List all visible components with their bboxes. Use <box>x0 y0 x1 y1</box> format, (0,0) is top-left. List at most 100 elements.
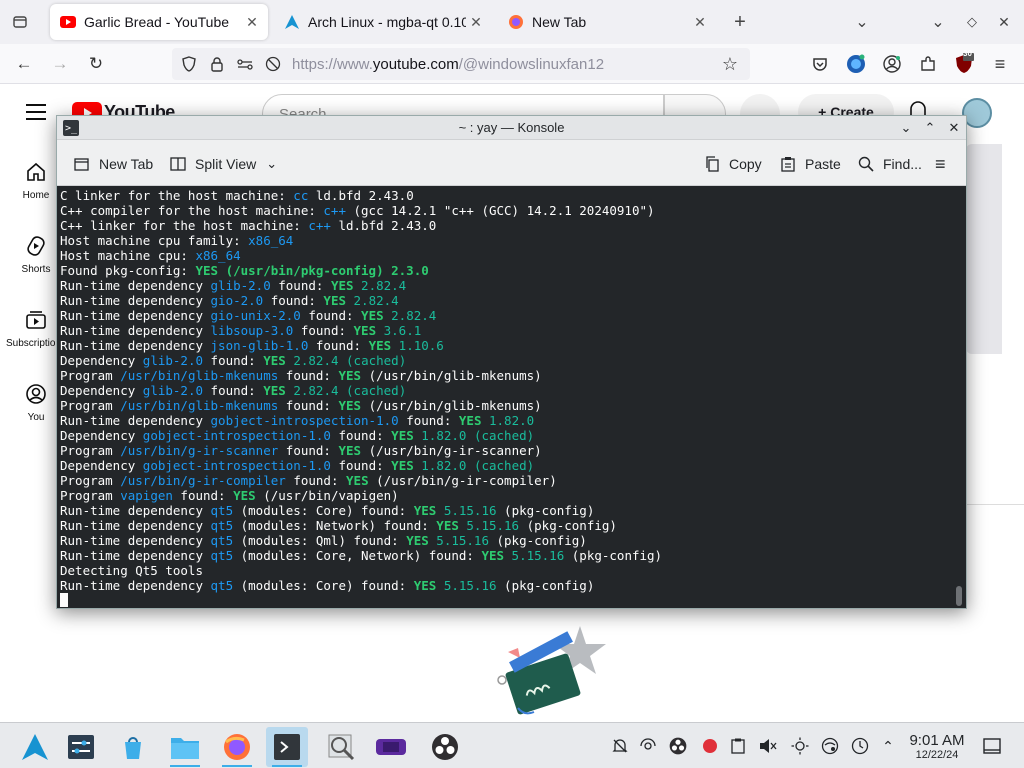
show-desktop-icon[interactable] <box>982 736 1002 756</box>
terminal-segment: YES <box>413 578 437 593</box>
terminal-line: Program /usr/bin/g-ir-scanner found: YES… <box>60 443 662 458</box>
arch-launcher-icon[interactable] <box>14 727 56 767</box>
terminal-segment: YES <box>263 383 286 398</box>
split-view-button[interactable]: Split View ⌄ <box>169 154 277 174</box>
sidebar-item-label: Shorts <box>21 264 51 275</box>
hamburger-menu-icon[interactable]: ≡ <box>935 154 946 174</box>
emulator-icon[interactable] <box>370 727 412 767</box>
pocket-icon[interactable] <box>808 52 832 76</box>
browser-tab-strip: Garlic Bread - YouTube ✕ Arch Linux - mg… <box>0 0 1024 44</box>
window-titlebar[interactable]: >_ ~ : yay — Konsole ⌄ ⌃ ✕ <box>57 116 966 140</box>
terminal-segment: 5.15.16 <box>458 518 520 533</box>
brightness-icon[interactable] <box>790 736 810 756</box>
terminal-output[interactable]: C linker for the host machine: cc ld.bfd… <box>57 186 966 608</box>
maximize-chevron-icon[interactable]: ⌃ <box>921 119 939 137</box>
reload-icon[interactable]: ↻ <box>84 52 108 76</box>
terminal-segment: glib-2.0 <box>142 353 204 368</box>
copy-button[interactable]: Copy <box>703 154 762 174</box>
autoplay-blocked-icon[interactable] <box>262 53 284 75</box>
terminal-scrollbar[interactable] <box>956 586 962 606</box>
notifications-disabled-icon[interactable] <box>610 736 630 756</box>
forward-arrow-icon[interactable]: → <box>48 52 72 76</box>
back-arrow-icon[interactable]: ← <box>12 52 36 76</box>
update-notifier-icon[interactable] <box>850 736 870 756</box>
list-all-tabs-chevron-icon[interactable]: ⌄ <box>850 10 874 34</box>
permissions-icon[interactable] <box>234 53 256 75</box>
lock-icon[interactable] <box>206 53 228 75</box>
terminal-segment: Run-time dependency <box>60 413 211 428</box>
obs-icon[interactable] <box>424 727 466 767</box>
close-tab-icon[interactable]: ✕ <box>242 12 262 32</box>
firefox-icon[interactable] <box>216 727 258 767</box>
system-settings-icon[interactable] <box>60 727 102 767</box>
app-menu-hamburger-icon[interactable]: ≡ <box>988 52 1012 76</box>
network-icon[interactable] <box>820 736 840 756</box>
terminal-segment: gio-2.0 <box>210 293 264 308</box>
terminal-segment: found: <box>203 383 264 398</box>
terminal-segment: C linker for the host machine: <box>60 188 294 203</box>
terminal-line: Program vapigen found: YES (/usr/bin/vap… <box>60 488 662 503</box>
terminal-segment: found: <box>293 323 354 338</box>
terminal-segment: Program <box>60 473 121 488</box>
find-button[interactable]: Find... <box>857 154 922 174</box>
window-close-icon[interactable]: ✕ <box>992 10 1016 34</box>
chevron-down-icon[interactable]: ⌄ <box>266 156 277 172</box>
video-thumbnail[interactable] <box>966 144 1002 354</box>
terminal-segment: YES <box>338 443 362 458</box>
terminal-segment: qt5 <box>210 503 234 518</box>
terminal-segment: 2.82.4 (cached) <box>285 353 407 368</box>
extensions-puzzle-icon[interactable] <box>916 52 940 76</box>
window-minimize-icon[interactable]: ⌄ <box>926 10 950 34</box>
paste-icon <box>779 155 797 173</box>
close-tab-icon[interactable]: ✕ <box>690 12 710 32</box>
clipboard-icon[interactable] <box>728 736 748 756</box>
terminal-segment: Found pkg-config: <box>60 263 196 278</box>
file-manager-icon[interactable] <box>164 727 206 767</box>
terminal-segment: 5.15.16 <box>428 533 489 548</box>
terminal-line: Found pkg-config: YES (/usr/bin/pkg-conf… <box>60 263 662 278</box>
terminal-segment: Detecting Qt5 tools <box>60 563 203 578</box>
tab-label: Garlic Bread - YouTube <box>84 14 230 30</box>
new-tab-plus-icon[interactable]: + <box>728 10 752 34</box>
terminal-prompt-line[interactable] <box>60 593 662 608</box>
url-bar[interactable]: https://www.youtube.com/@windowslinuxfan… <box>172 48 750 80</box>
discover-icon[interactable] <box>112 727 154 767</box>
terminal-segment: 1.10.6 <box>391 338 444 353</box>
terminal-segment: found: <box>308 338 369 353</box>
tab-new-tab[interactable]: New Tab ✕ <box>498 4 716 40</box>
obs-tray-icon[interactable] <box>668 736 688 756</box>
konsole-icon[interactable] <box>266 727 308 767</box>
recording-indicator-icon[interactable] <box>700 736 720 756</box>
terminal-segment: vapigen <box>120 488 173 503</box>
url-prefix: https://www. <box>292 55 373 73</box>
new-tab-icon <box>73 155 91 173</box>
terminal-line: Run-time dependency json-glib-1.0 found:… <box>60 338 662 353</box>
show-hidden-tray-chevron-icon[interactable]: ⌃ <box>878 736 898 756</box>
url-host: youtube.com <box>372 55 459 73</box>
tab-arch-linux[interactable]: Arch Linux - mgba-qt 0.10 ✕ <box>274 4 492 40</box>
new-tab-button[interactable]: New Tab <box>73 154 153 174</box>
terminal-segment: (/usr/bin/glib-mkenums) <box>361 368 542 383</box>
volume-muted-icon[interactable] <box>758 736 778 756</box>
paste-button[interactable]: Paste <box>779 154 841 174</box>
terminal-segment: Run-time dependency <box>60 533 211 548</box>
minimize-chevron-icon[interactable]: ⌄ <box>897 119 915 137</box>
terminal-segment: /usr/bin/glib-mkenums <box>120 368 279 383</box>
kdeconnect-icon[interactable] <box>638 736 658 756</box>
account-icon[interactable] <box>880 52 904 76</box>
window-maximize-icon[interactable]: ◇ <box>960 10 984 34</box>
terminal-line: Dependency gobject-introspection-1.0 fou… <box>60 428 662 443</box>
image-viewer-icon[interactable] <box>320 727 362 767</box>
tab-list-icon[interactable] <box>8 10 32 34</box>
extension-badge: 30 <box>963 49 972 58</box>
youtube-menu-hamburger-icon[interactable] <box>26 104 46 120</box>
digital-clock[interactable]: 9:01 AM 12/22/24 <box>902 732 972 762</box>
close-icon[interactable]: ✕ <box>945 119 963 137</box>
close-tab-icon[interactable]: ✕ <box>466 12 486 32</box>
terminal-segment: c++ <box>308 218 331 233</box>
bookmark-star-icon[interactable]: ☆ <box>718 52 742 76</box>
tracking-shield-icon[interactable] <box>178 53 200 75</box>
vpn-extension-icon[interactable] <box>844 52 868 76</box>
ublock-origin-icon[interactable]: 30 <box>952 49 976 76</box>
tab-youtube[interactable]: Garlic Bread - YouTube ✕ <box>50 4 268 40</box>
